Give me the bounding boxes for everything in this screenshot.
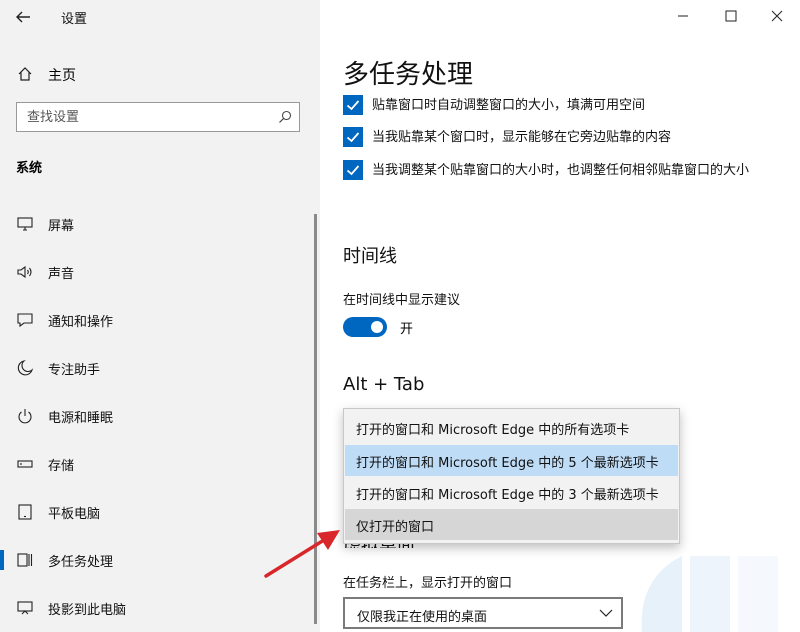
dropdown-option-selected[interactable]: 打开的窗口和 Microsoft Edge 中的 5 个最新选项卡 [345,445,678,476]
timeline-suggestions-toggle[interactable] [343,317,387,337]
sidebar-item-project-to-pc[interactable]: 投影到此电脑 [0,590,316,626]
checkbox-label: 当我调整某个贴靠窗口的大小时，也调整任何相邻贴靠窗口的大小 [372,163,750,178]
checkbox[interactable] [343,127,363,147]
dropdown-option[interactable]: 打开的窗口和 Microsoft Edge 中的 3 个最新选项卡 [345,477,678,508]
chevron-down-icon [599,609,613,617]
option-label: 打开的窗口和 Microsoft Edge 中的 3 个最新选项卡 [356,488,659,503]
alt-tab-dropdown-menu: 打开的窗口和 Microsoft Edge 中的所有选项卡 打开的窗口和 Mic… [343,408,680,544]
checkbox[interactable] [343,95,363,115]
close-icon [771,10,783,22]
sidebar-item-label: 专注助手 [48,363,101,378]
checkbox-label: 当我贴靠某个窗口时，显示能够在它旁边贴靠的内容 [372,130,672,145]
minimize-button[interactable] [670,6,696,26]
minimize-icon [678,15,688,17]
toggle-state-label: 开 [400,322,414,337]
sidebar-item-power-sleep[interactable]: 电源和睡眠 [0,398,316,434]
search-input[interactable] [17,103,277,131]
taskbar-windows-label: 在任务栏上，显示打开的窗口 [343,576,513,591]
storage-icon [17,460,33,468]
sidebar-item-label: 平板电脑 [48,507,101,522]
moon-icon [17,360,34,376]
sidebar-item-label: 屏幕 [48,219,75,234]
dropdown-option-hovered[interactable]: 仅打开的窗口 [345,509,678,540]
monitor-icon [17,217,33,231]
sidebar-item-label: 电源和睡眠 [48,411,114,426]
sidebar-item-storage[interactable]: 存储 [0,446,316,482]
sidebar-item-display[interactable]: 屏幕 [0,206,316,242]
timeline-heading: 时间线 [343,246,397,267]
close-button[interactable] [764,6,790,26]
toggle-knob [371,321,383,333]
speaker-icon [17,265,32,279]
maximize-button[interactable] [718,6,744,26]
select-value: 仅限我正在使用的桌面 [357,610,488,625]
multitasking-icon [17,553,33,567]
home-nav-item[interactable]: 主页 [0,60,320,88]
sidebar-item-sound[interactable]: 声音 [0,254,316,290]
sidebar-item-notifications[interactable]: 通知和操作 [0,302,316,338]
sidebar-item-label: 存储 [48,459,75,474]
checkmark-icon [346,100,360,111]
app-title: 设置 [61,12,88,27]
sidebar-item-label: 投影到此电脑 [48,603,127,618]
projection-icon [17,601,33,615]
maximize-icon [725,10,737,22]
option-label: 仅打开的窗口 [356,520,435,535]
back-arrow-icon [16,11,30,23]
search-box[interactable] [16,102,300,132]
checkbox[interactable] [343,160,363,180]
checkmark-icon [346,165,360,176]
annotation-arrow-icon [264,530,340,578]
checkbox-label: 贴靠窗口时自动调整窗口的大小，填满可用空间 [372,98,646,113]
page-title: 多任务处理 [343,60,474,90]
dropdown-option[interactable]: 打开的窗口和 Microsoft Edge 中的所有选项卡 [345,412,678,443]
sidebar-item-label: 通知和操作 [48,315,114,330]
section-label-system: 系统 [16,161,43,176]
home-icon [18,67,32,81]
option-label: 打开的窗口和 Microsoft Edge 中的 5 个最新选项卡 [356,456,659,471]
watermark-shape [641,556,778,632]
taskbar-windows-select[interactable]: 仅限我正在使用的桌面 [343,597,623,629]
back-button[interactable] [10,6,38,28]
alt-tab-heading: Alt + Tab [343,374,425,395]
tablet-icon [18,504,32,520]
sidebar-item-focus-assist[interactable]: 专注助手 [0,350,316,386]
checkmark-icon [346,132,360,143]
timeline-suggestions-label: 在时间线中显示建议 [343,293,461,308]
search-icon[interactable] [277,109,293,125]
option-label: 打开的窗口和 Microsoft Edge 中的所有选项卡 [356,423,630,438]
sidebar-item-label: 声音 [48,267,75,282]
sidebar-item-label: 多任务处理 [48,555,114,570]
home-label: 主页 [48,68,76,84]
notification-icon [17,313,33,328]
power-icon [18,409,32,424]
